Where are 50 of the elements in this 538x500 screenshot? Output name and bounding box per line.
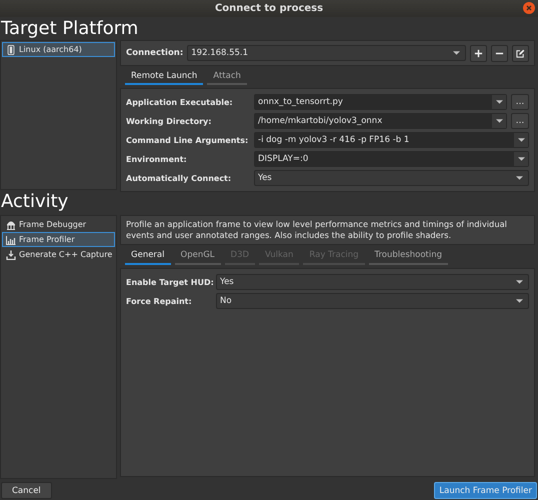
edit-icon	[516, 48, 525, 58]
cancel-button[interactable]: Cancel	[1, 482, 52, 499]
tab[interactable]: Troubleshooting	[368, 249, 448, 265]
caret-icon	[453, 51, 460, 55]
caret-icon	[518, 138, 524, 142]
tab[interactable]: Attach	[207, 70, 247, 85]
option-dropdown[interactable]: No	[216, 293, 529, 309]
caret-icon	[496, 100, 502, 104]
field-label: Force Repaint:	[126, 296, 193, 306]
field-label: Connection:	[126, 48, 184, 58]
platform-item[interactable]: Linux (aarch64)	[2, 42, 115, 57]
field-label: Application Executable:	[126, 98, 234, 106]
activity-item[interactable]: Frame Profiler	[2, 232, 115, 247]
edit-button[interactable]	[512, 44, 529, 62]
launch-button[interactable]: Launch Frame Profiler	[434, 482, 537, 499]
close-icon[interactable]	[523, 2, 535, 14]
caret-icon	[516, 176, 523, 180]
path-dropdown[interactable]: onnx_to_tensorrt.py	[254, 94, 507, 110]
field-label: Automatically Connect:	[126, 174, 232, 182]
option-dropdown[interactable]: Yes	[254, 170, 529, 186]
path-dropdown[interactable]: /home/mkartobi/yolov3_onnx	[254, 113, 507, 129]
download-icon	[6, 250, 16, 260]
add-button[interactable]	[470, 44, 487, 62]
device-icon	[6, 44, 16, 54]
field-label: Working Directory:	[126, 116, 212, 126]
caret-icon	[496, 119, 502, 123]
field-label: Enable Target HUD:	[126, 278, 212, 286]
plus-icon	[474, 48, 483, 58]
bar-chart-icon	[6, 234, 16, 244]
field-label: Environment:	[126, 154, 188, 164]
remove-button[interactable]	[491, 44, 508, 62]
text-dropdown[interactable]: DISPLAY=:0	[254, 151, 529, 167]
activity-description: Profile an application frame to view low level performance metrics and timings of individual events and user annotated ranges. Also includes the ability to profile shaders.	[120, 215, 535, 245]
option-dropdown[interactable]: Yes	[216, 274, 529, 290]
caret-icon	[518, 157, 524, 161]
tab[interactable]: Remote Launch	[125, 70, 204, 85]
activity-item[interactable]: Generate C++ Capture	[2, 247, 115, 262]
tab[interactable]: General	[125, 249, 170, 265]
window-title: Connect to process	[214, 3, 324, 14]
caret-icon	[516, 280, 523, 284]
browse-button[interactable]: ...	[511, 94, 529, 110]
activity-item[interactable]: Frame Debugger	[2, 217, 115, 232]
field-label: Command Line Arguments:	[126, 136, 250, 144]
tab[interactable]: OpenGL	[174, 249, 221, 265]
browse-button[interactable]: ...	[511, 113, 529, 129]
text-dropdown[interactable]: -i dog -m yolov3 -r 416 -p FP16 -b 1	[254, 132, 529, 148]
connection-dropdown[interactable]: 192.168.55.1	[187, 45, 466, 61]
section-heading: Activity	[0, 190, 68, 213]
section-heading: Target Platform	[0, 17, 138, 40]
caret-icon	[516, 299, 523, 303]
